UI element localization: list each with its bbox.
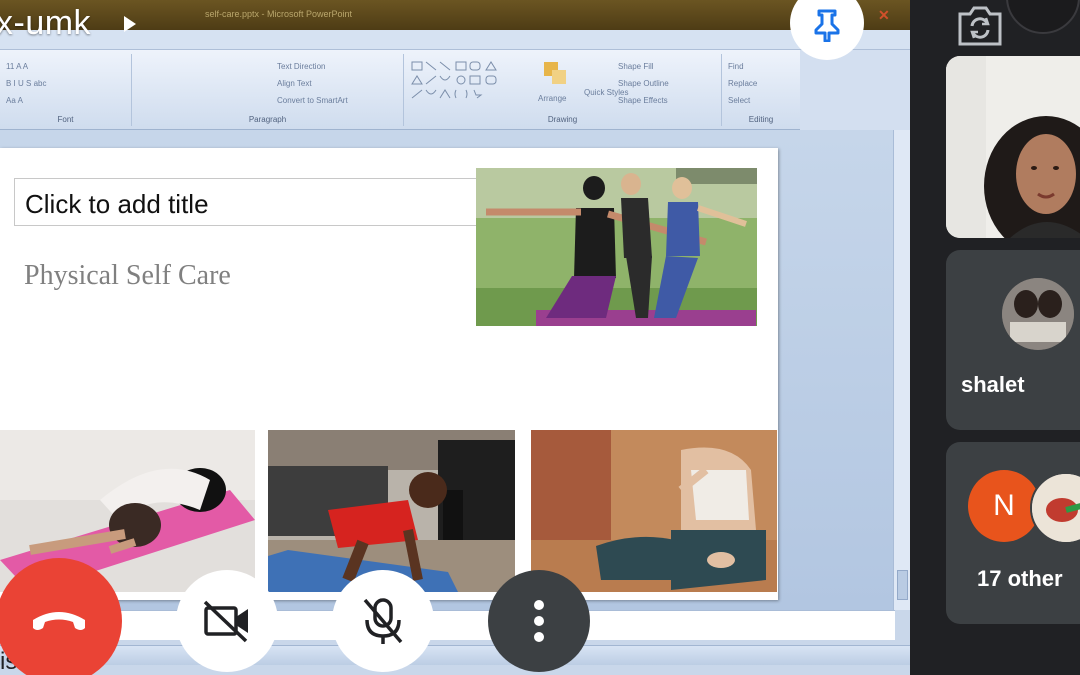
shape-outline-button[interactable]: Shape Outline bbox=[618, 75, 669, 92]
title-placeholder-text: Click to add title bbox=[25, 189, 209, 219]
select-button[interactable]: Select bbox=[728, 92, 757, 109]
more-options-button[interactable] bbox=[488, 570, 590, 672]
yoga-group-photo bbox=[476, 168, 757, 326]
others-count-label: 17 other bbox=[977, 566, 1063, 591]
camera-toggle-button[interactable] bbox=[176, 570, 278, 672]
phone-hangup-icon bbox=[33, 612, 85, 630]
ribbon-group-label: Drawing bbox=[547, 115, 578, 124]
participants-panel: shalet N 17 other bbox=[910, 0, 1080, 675]
ribbon: 11 A A B I U S abc Aa A Font Text Direct… bbox=[0, 50, 800, 130]
arrange-icon[interactable] bbox=[542, 60, 572, 90]
plank-photo bbox=[268, 430, 515, 592]
shapes-gallery-icon[interactable] bbox=[410, 60, 540, 110]
ribbon-group-label: Paragraph bbox=[248, 115, 287, 124]
participant-video bbox=[946, 56, 1080, 238]
shape-effects-button[interactable]: Shape Effects bbox=[618, 92, 669, 109]
shared-screen: self-care.pptx - Microsoft PowerPoint ✕ … bbox=[0, 0, 910, 675]
text-direction-button[interactable]: Text Direction bbox=[277, 58, 348, 75]
chevron-right-icon[interactable] bbox=[124, 16, 136, 32]
more-vert-icon bbox=[534, 600, 544, 642]
vertical-scrollbar[interactable] bbox=[893, 130, 910, 610]
ribbon-group-drawing: Arrange Quick Styles Shape Fill Shape Ou… bbox=[404, 54, 722, 126]
find-button[interactable]: Find bbox=[728, 58, 757, 75]
pin-icon bbox=[814, 9, 840, 42]
participant-avatar bbox=[1002, 278, 1074, 350]
notes-pane[interactable] bbox=[0, 610, 895, 640]
align-text-button[interactable]: Align Text bbox=[277, 75, 348, 92]
powerpoint-titlebar: self-care.pptx - Microsoft PowerPoint ✕ bbox=[0, 0, 910, 30]
shape-format-items: Shape Fill Shape Outline Shape Effects bbox=[618, 58, 669, 109]
meet-call-screen: self-care.pptx - Microsoft PowerPoint ✕ … bbox=[0, 0, 1080, 675]
font-case-label: Aa A bbox=[6, 96, 23, 105]
ribbon-group-font-items: 11 A A B I U S abc Aa A bbox=[6, 58, 46, 109]
mic-off-icon bbox=[363, 598, 403, 644]
ribbon-empty-area bbox=[800, 50, 910, 130]
ribbon-group-drawing-items: Arrange bbox=[538, 90, 566, 107]
convert-smartart-button[interactable]: Convert to SmartArt bbox=[277, 92, 348, 109]
meditation-photo bbox=[531, 430, 777, 592]
shape-fill-button[interactable]: Shape Fill bbox=[618, 58, 669, 75]
ribbon-group-editing: Find Replace Select Editing bbox=[722, 54, 800, 126]
video-off-icon bbox=[203, 600, 248, 643]
replace-button[interactable]: Replace bbox=[728, 75, 757, 92]
ribbon-group-font: 11 A A B I U S abc Aa A Font bbox=[0, 54, 132, 126]
ribbon-tabs bbox=[0, 30, 910, 50]
arrange-button[interactable]: Arrange bbox=[538, 90, 566, 107]
ribbon-group-editing-items: Find Replace Select bbox=[728, 58, 757, 109]
ribbon-group-paragraph: Text Direction Align Text Convert to Sma… bbox=[132, 54, 404, 126]
window-title: self-care.pptx - Microsoft PowerPoint bbox=[205, 9, 353, 19]
participant-video-tile[interactable] bbox=[946, 56, 1080, 238]
ribbon-group-label: Editing bbox=[748, 115, 774, 124]
font-style-label: B I U S abc bbox=[6, 79, 47, 88]
meeting-code[interactable]: x-umk bbox=[0, 4, 91, 43]
window-close-icon: ✕ bbox=[878, 7, 890, 23]
font-size-label: 11 A A bbox=[6, 62, 29, 71]
mic-toggle-button[interactable] bbox=[332, 570, 434, 672]
ribbon-group-label: Font bbox=[57, 115, 74, 124]
participant-name: shalet bbox=[961, 372, 1025, 397]
switch-camera-icon[interactable] bbox=[956, 4, 1004, 48]
ribbon-group-paragraph-items: Text Direction Align Text Convert to Sma… bbox=[277, 58, 348, 109]
title-placeholder[interactable]: Click to add title bbox=[14, 178, 484, 226]
self-avatar bbox=[1006, 0, 1080, 34]
scrollbar-thumb[interactable] bbox=[897, 570, 908, 600]
status-bar bbox=[0, 645, 910, 665]
participant-tile-shalet[interactable] bbox=[946, 250, 1080, 430]
slide-subtitle: Physical Self Care bbox=[24, 260, 231, 291]
